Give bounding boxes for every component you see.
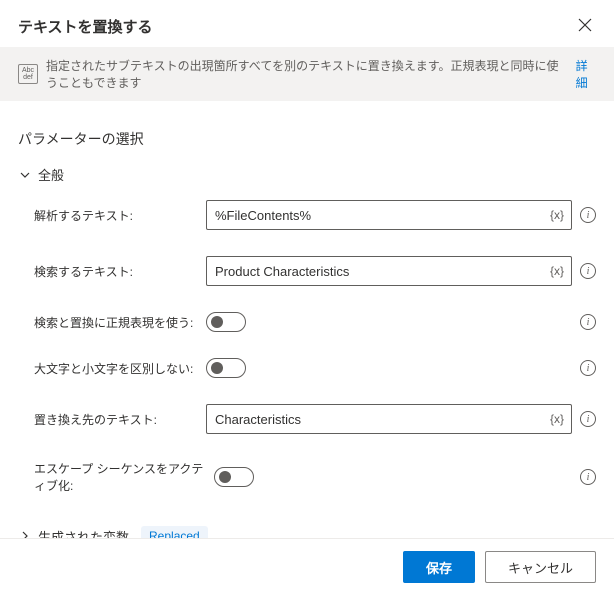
params-general: 解析するテキスト: {x} i 検索するテキスト: {x} i 検索と置換に正規… <box>0 190 614 494</box>
group-general-label: 全般 <box>38 165 64 184</box>
section-title: パラメーターの選択 <box>0 101 614 159</box>
cancel-button[interactable]: キャンセル <box>485 551 596 583</box>
info-icon-button[interactable]: i <box>580 207 596 223</box>
dialog-header: テキストを置換する <box>0 0 614 47</box>
variable-picker-button[interactable]: {x} <box>546 260 568 282</box>
search-text-input[interactable] <box>206 256 572 286</box>
replace-text-input[interactable] <box>206 404 572 434</box>
param-use-regex: 検索と置換に正規表現を使う: i <box>34 312 596 332</box>
chevron-down-icon <box>18 168 32 182</box>
param-parse-text: 解析するテキスト: {x} i <box>34 200 596 230</box>
info-icon-button[interactable]: i <box>580 314 596 330</box>
variable-picker-button[interactable]: {x} <box>546 408 568 430</box>
ignore-case-toggle[interactable] <box>206 358 246 378</box>
info-icon-button[interactable]: i <box>580 411 596 427</box>
param-label: 解析するテキスト: <box>34 207 206 224</box>
parse-text-input[interactable] <box>206 200 572 230</box>
param-replace-text: 置き換え先のテキスト: {x} i <box>34 404 596 434</box>
info-text: 指定されたサブテキストの出現箇所すべてを別のテキストに置き換えます。正規表現と同… <box>46 57 564 91</box>
param-label: 置き換え先のテキスト: <box>34 411 206 428</box>
save-button[interactable]: 保存 <box>403 551 475 583</box>
close-icon <box>578 18 592 32</box>
info-icon-button[interactable]: i <box>580 469 596 485</box>
replace-text-icon: Abcdef <box>18 64 38 84</box>
param-ignore-case: 大文字と小文字を区別しない: i <box>34 358 596 378</box>
info-bar: Abcdef 指定されたサブテキストの出現箇所すべてを別のテキストに置き換えます… <box>0 47 614 101</box>
param-label: 検索と置換に正規表現を使う: <box>34 314 206 331</box>
escape-seq-toggle[interactable] <box>214 467 254 487</box>
group-general[interactable]: 全般 <box>0 159 614 190</box>
dialog-title: テキストを置換する <box>18 16 153 37</box>
param-label: エスケープ シーケンスをアクティブ化: <box>34 460 214 494</box>
param-escape-seq: エスケープ シーケンスをアクティブ化: i <box>34 460 596 494</box>
close-button[interactable] <box>574 14 596 39</box>
param-label: 大文字と小文字を区別しない: <box>34 360 206 377</box>
variable-picker-button[interactable]: {x} <box>546 204 568 226</box>
use-regex-toggle[interactable] <box>206 312 246 332</box>
info-link[interactable]: 詳細 <box>576 57 596 91</box>
info-icon-button[interactable]: i <box>580 263 596 279</box>
info-icon-button[interactable]: i <box>580 360 596 376</box>
dialog-footer: 保存 キャンセル <box>0 538 614 595</box>
param-search-text: 検索するテキスト: {x} i <box>34 256 596 286</box>
param-label: 検索するテキスト: <box>34 263 206 280</box>
